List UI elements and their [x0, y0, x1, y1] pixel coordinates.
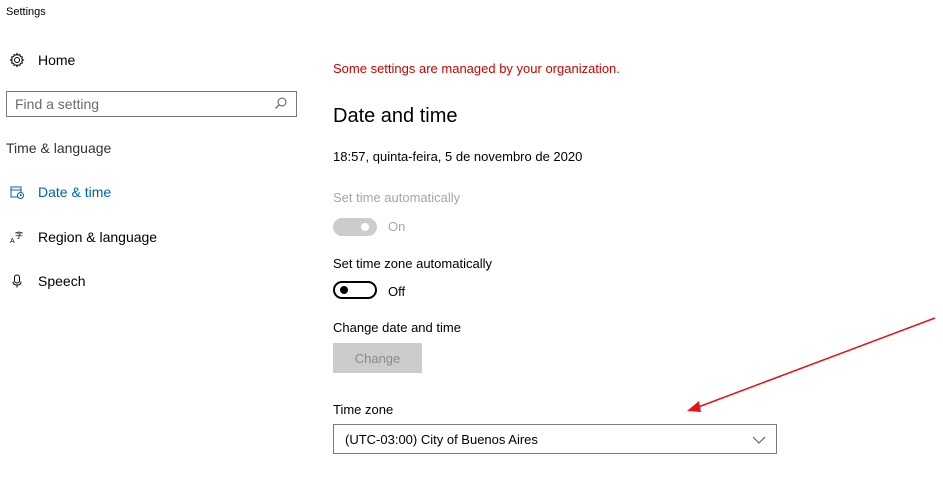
time-zone-value: (UTC-03:00) City of Buenos Aires [345, 431, 538, 447]
current-time: 18:57, quinta-feira, 5 de novembro de 20… [333, 149, 583, 164]
managed-notice: Some settings are managed by your organi… [333, 61, 620, 76]
change-button[interactable]: Change [333, 343, 422, 373]
sidebar-item-date-time[interactable]: Date & time [8, 181, 111, 203]
set-tz-auto-label: Set time zone automatically [333, 256, 492, 271]
toggle-knob [340, 286, 348, 294]
set-tz-auto-toggle[interactable] [333, 281, 377, 299]
change-date-label: Change date and time [333, 320, 461, 335]
language-icon: A字 [8, 228, 26, 246]
sidebar-item-label: Speech [38, 273, 86, 289]
search-placeholder: Find a setting [15, 96, 100, 112]
toggle-knob [361, 223, 369, 231]
gear-icon [8, 51, 26, 69]
sidebar-item-speech[interactable]: Speech [8, 270, 85, 292]
sidebar-item-label: Date & time [38, 184, 112, 200]
time-zone-select[interactable]: (UTC-03:00) City of Buenos Aires [333, 424, 777, 454]
set-time-auto-label: Set time automatically [333, 190, 461, 205]
search-input[interactable]: Find a setting [6, 91, 297, 117]
sidebar: Home Find a setting Time & language Date… [0, 0, 310, 481]
section-label: Time & language [6, 140, 112, 156]
time-zone-label: Time zone [333, 402, 394, 417]
sidebar-item-home[interactable]: Home [8, 49, 75, 71]
search-icon[interactable] [274, 96, 288, 113]
page-title: Date and time [333, 105, 458, 127]
set-tz-auto-state: Off [388, 284, 406, 299]
set-time-auto-state: On [388, 219, 406, 234]
calendar-clock-icon [8, 183, 26, 201]
sidebar-item-label: Region & language [38, 229, 158, 245]
microphone-icon [8, 272, 26, 290]
sidebar-item-region-language[interactable]: A字 Region & language [8, 226, 157, 248]
set-time-auto-toggle[interactable] [333, 218, 377, 236]
chevron-down-icon [752, 433, 766, 448]
sidebar-item-label: Home [38, 52, 76, 68]
svg-text:字: 字 [15, 230, 23, 240]
